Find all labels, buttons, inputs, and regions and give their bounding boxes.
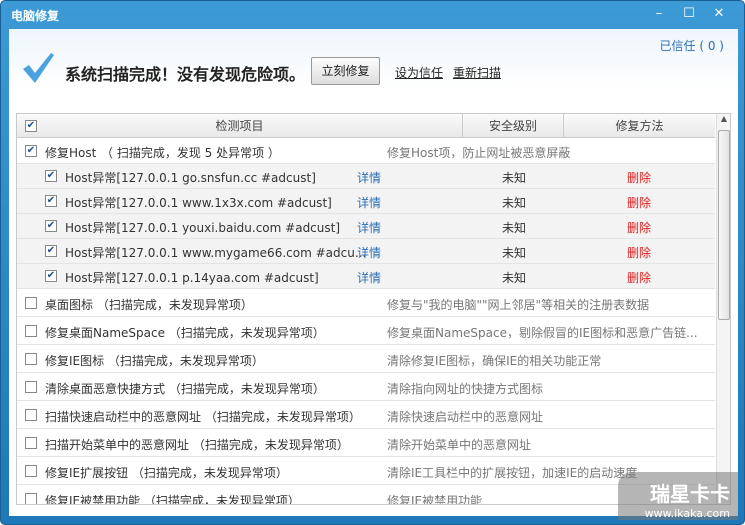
row-checkbox[interactable] (25, 297, 37, 309)
scan-item-row[interactable]: 修复IE扩展按钮 （扫描完成，未发现异常项） 清除IE工具栏中的扩展按钮，加速I… (17, 457, 715, 485)
scan-item-row[interactable]: 修复桌面NameSpace （扫描完成，未发现异常项） 修复桌面NameSpac… (17, 317, 715, 345)
row-checkbox[interactable] (25, 381, 37, 393)
maximize-button[interactable]: ☐ (678, 4, 700, 24)
trusted-count-link[interactable]: 已信任 ( 0 ) (660, 37, 724, 54)
security-level: 未知 (502, 271, 527, 285)
scan-item-desc: 修复与"我的电脑""网上邻居"等相关的注册表数据 (387, 298, 650, 312)
host-item-row[interactable]: ✔ Host异常[127.0.0.1 www.1x3x.com #adcust]… (17, 189, 715, 214)
scan-item-desc: 修复IE被禁用功能 (387, 494, 483, 505)
watermark: 瑞星卡卡 www.ikaka.com (618, 472, 738, 520)
scan-item-name: 修复IE图标 （扫描完成，未发现异常项） (45, 354, 264, 368)
group-status: （ 扫描完成，发现 5 处异常项 ） (101, 146, 280, 160)
column-level[interactable]: 安全级别 (463, 114, 564, 138)
scrollbar-thumb[interactable] (718, 130, 730, 320)
host-item-row[interactable]: ✔ Host异常[127.0.0.1 p.14yaa.com #adcust] … (17, 264, 715, 289)
scan-item-name: 修复IE扩展按钮 （扫描完成，未发现异常项） (45, 466, 288, 480)
scan-item-row[interactable]: 扫描开始菜单中的恶意网址 （扫描完成，未发现异常项） 清除开始菜单中的恶意网址 (17, 429, 715, 457)
host-item-row[interactable]: ✔ Host异常[127.0.0.1 www.mygame66.com #adc… (17, 239, 715, 264)
rescan-link[interactable]: 重新扫描 (453, 64, 501, 81)
detail-link[interactable]: 详情 (357, 244, 381, 261)
scan-item-name: 桌面图标 （扫描完成，未发现异常项） (45, 298, 253, 312)
host-item-text: Host异常[127.0.0.1 www.1x3x.com #adcust] (65, 196, 332, 210)
delete-action[interactable]: 删除 (627, 219, 651, 236)
minimize-button[interactable]: – (648, 4, 670, 24)
scan-results-list: ✔ 检测项目 安全级别 修复方法 ✔ 修复Host （ 扫描完成，发现 5 处异… (16, 113, 731, 505)
set-trusted-link[interactable]: 设为信任 (395, 64, 443, 81)
scan-item-row[interactable]: 修复IE图标 （扫描完成，未发现异常项） 清除修复IE图标，确保IE的相关功能正… (17, 345, 715, 373)
watermark-url: www.ikaka.com (644, 507, 730, 520)
scan-item-desc: 清除IE工具栏中的扩展按钮，加速IE的启动速度 (387, 466, 638, 480)
delete-action[interactable]: 删除 (627, 194, 651, 211)
row-checkbox[interactable]: ✔ (45, 245, 57, 257)
scan-item-name: 扫描开始菜单中的恶意网址 （扫描完成，未发现异常项） (45, 438, 349, 452)
close-button[interactable]: ✕ (708, 4, 730, 24)
app-window: 电脑修复 – ☐ ✕ 已信任 ( 0 ) 系统扫描完成！没有发现危险项。 立刻修… (0, 0, 745, 525)
detail-link[interactable]: 详情 (357, 219, 381, 236)
client-area: 已信任 ( 0 ) 系统扫描完成！没有发现危险项。 立刻修复 设为信任 重新扫描… (9, 29, 738, 516)
row-checkbox[interactable] (25, 465, 37, 477)
scan-item-row[interactable]: 清除桌面恶意快捷方式 （扫描完成，未发现异常项） 清除指向网址的快捷方式图标 (17, 373, 715, 401)
security-level: 未知 (502, 221, 527, 235)
host-item-row[interactable]: ✔ Host异常[127.0.0.1 youxi.baidu.com #adcu… (17, 214, 715, 239)
scroll-up-icon[interactable]: ▲ (717, 114, 730, 123)
scan-result-message: 系统扫描完成！没有发现危险项。 (65, 65, 306, 84)
column-method[interactable]: 修复方法 (564, 114, 715, 138)
row-checkbox[interactable] (25, 437, 37, 449)
scan-item-desc: 清除开始菜单中的恶意网址 (387, 438, 532, 452)
security-level: 未知 (502, 246, 527, 260)
security-level: 未知 (502, 171, 527, 185)
scan-item-name: 修复IE被禁用功能 （扫描完成，未发现异常项） (45, 494, 300, 505)
row-checkbox[interactable]: ✔ (25, 145, 37, 157)
row-checkbox[interactable] (25, 325, 37, 337)
delete-action[interactable]: 删除 (627, 244, 651, 261)
host-item-text: Host异常[127.0.0.1 go.snsfun.cc #adcust] (65, 171, 316, 185)
detail-link[interactable]: 详情 (357, 194, 381, 211)
security-level: 未知 (502, 196, 527, 210)
host-item-text: Host异常[127.0.0.1 youxi.baidu.com #adcust… (65, 221, 341, 235)
column-item[interactable]: 检测项目 (17, 114, 463, 138)
fix-now-button[interactable]: 立刻修复 (311, 57, 380, 85)
scan-item-row[interactable]: 桌面图标 （扫描完成，未发现异常项） 修复与"我的电脑""网上邻居"等相关的注册… (17, 289, 715, 317)
scan-item-name: 修复桌面NameSpace （扫描完成，未发现异常项） (45, 326, 325, 340)
scan-item-name: 扫描快速启动栏中的恶意网址 （扫描完成，未发现异常项） (45, 410, 361, 424)
group-name: 修复Host (45, 146, 97, 160)
delete-action[interactable]: 删除 (627, 169, 651, 186)
host-item-text: Host异常[127.0.0.1 www.mygame66.com #adcu.… (65, 246, 367, 260)
checkmark-icon (23, 53, 54, 83)
scan-item-desc: 清除修复IE图标，确保IE的相关功能正常 (387, 354, 602, 368)
delete-action[interactable]: 删除 (627, 269, 651, 286)
scan-item-desc: 修复桌面NameSpace，剔除假冒的IE图标和恶意广告链... (387, 326, 698, 340)
group-desc: 修复Host项，防止网址被恶意屏蔽 (387, 146, 571, 160)
scan-item-desc: 清除指向网址的快捷方式图标 (387, 382, 544, 396)
scan-item-row[interactable]: 修复IE被禁用功能 （扫描完成，未发现异常项） 修复IE被禁用功能 (17, 485, 715, 505)
row-checkbox[interactable] (25, 353, 37, 365)
scrollbar[interactable]: ▲ (716, 114, 730, 504)
row-checkbox[interactable]: ✔ (45, 220, 57, 232)
scan-item-name: 清除桌面恶意快捷方式 （扫描完成，未发现异常项） (45, 382, 325, 396)
row-checkbox[interactable]: ✔ (45, 270, 57, 282)
scan-item-desc: 清除快速启动栏中的恶意网址 (387, 410, 544, 424)
group-row-host[interactable]: ✔ 修复Host （ 扫描完成，发现 5 处异常项 ） 修复Host项，防止网址… (17, 139, 715, 164)
host-item-row[interactable]: ✔ Host异常[127.0.0.1 go.snsfun.cc #adcust]… (17, 164, 715, 189)
row-checkbox[interactable] (25, 493, 37, 504)
window-title: 电脑修复 (11, 9, 60, 23)
detail-link[interactable]: 详情 (357, 169, 381, 186)
detail-link[interactable]: 详情 (357, 269, 381, 286)
row-checkbox[interactable]: ✔ (45, 170, 57, 182)
row-checkbox[interactable] (25, 409, 37, 421)
watermark-logo: 瑞星卡卡 (650, 482, 730, 506)
scan-item-row[interactable]: 扫描快速启动栏中的恶意网址 （扫描完成，未发现异常项） 清除快速启动栏中的恶意网… (17, 401, 715, 429)
row-checkbox[interactable]: ✔ (45, 195, 57, 207)
host-item-text: Host异常[127.0.0.1 p.14yaa.com #adcust] (65, 271, 319, 285)
list-header: ✔ 检测项目 安全级别 修复方法 (17, 114, 715, 138)
